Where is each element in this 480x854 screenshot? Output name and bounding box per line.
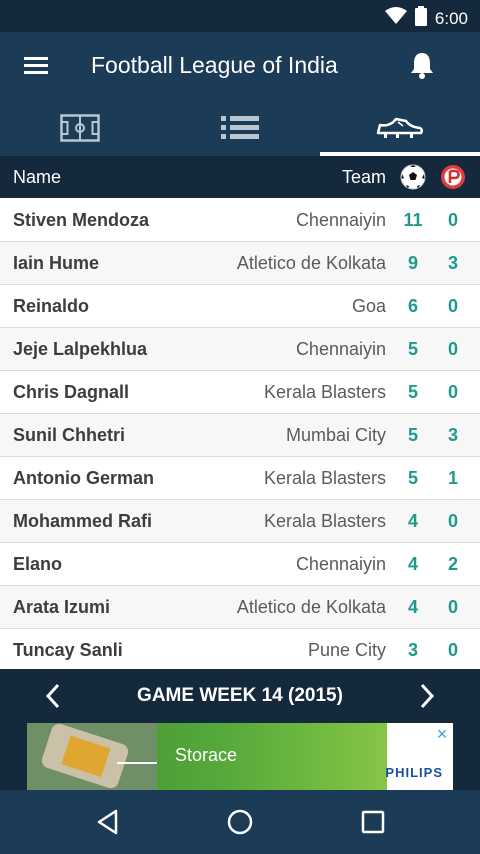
table-row[interactable]: Mohammed Rafi Kerala Blasters 4 0 (0, 500, 480, 543)
column-header-team: Team (341, 167, 386, 187)
status-bar: 6:00 (0, 0, 480, 32)
table-row[interactable]: Sunil Chhetri Mumbai City 5 3 (0, 414, 480, 457)
recents-icon (361, 810, 385, 834)
app-bar: Football League of India (0, 32, 480, 100)
menu-button[interactable] (22, 54, 52, 78)
home-icon (227, 809, 253, 835)
game-week-label: GAME WEEK 14 (2015) (137, 685, 343, 706)
game-week-bar: GAME WEEK 14 (2015) (0, 669, 480, 723)
player-team: Chennaiyin (295, 210, 386, 230)
standings-list-icon (221, 116, 259, 139)
player-team: Kerala Blasters (263, 468, 386, 488)
player-team: Kerala Blasters (263, 511, 386, 531)
player-penalties: 3 (447, 425, 458, 445)
ad-banner[interactable]: Storace PHILIPS (27, 723, 453, 790)
tab-bar (0, 100, 480, 156)
table-row[interactable]: Jeje Lalpekhlua Chennaiyin 5 0 (0, 328, 480, 371)
penalty-icon (441, 165, 465, 189)
player-goals: 5 (407, 382, 418, 402)
football-icon (400, 164, 426, 190)
player-team: Chennaiyin (295, 554, 386, 574)
status-time: 6:00 (434, 8, 468, 28)
ad-text: Storace (175, 745, 238, 765)
player-penalties: 1 (447, 468, 458, 488)
player-goals: 9 (407, 253, 418, 273)
player-penalties: 0 (447, 640, 458, 660)
player-penalties: 0 (447, 511, 458, 531)
back-button[interactable] (92, 806, 124, 838)
app-title: Football League of India (91, 52, 338, 78)
player-goals: 5 (407, 468, 418, 488)
home-button[interactable] (224, 806, 256, 838)
ad-brand-logo: PHILIPS (385, 765, 443, 780)
player-penalties: 0 (447, 210, 458, 230)
player-goals: 6 (407, 296, 418, 316)
player-name: Stiven Mendoza (13, 210, 150, 230)
table-row[interactable]: Chris Dagnall Kerala Blasters 5 0 (0, 371, 480, 414)
player-team: Mumbai City (285, 425, 386, 445)
scorers-list: Stiven Mendoza Chennaiyin 11 0 Iain Hume… (0, 199, 480, 672)
player-penalties: 2 (447, 554, 458, 574)
ad-product-image (27, 723, 157, 790)
table-header: Name Team (0, 156, 480, 198)
player-team: Kerala Blasters (263, 382, 386, 402)
column-header-name: Name (13, 167, 62, 187)
tab-fixtures[interactable] (0, 100, 160, 156)
player-goals: 4 (407, 597, 418, 617)
table-row[interactable]: Stiven Mendoza Chennaiyin 11 0 (0, 199, 480, 242)
status-icons: 6:00 (384, 6, 468, 31)
player-team: Atletico de Kolkata (236, 597, 386, 617)
pitch-icon (60, 114, 100, 142)
table-row[interactable]: Tuncay Sanli Pune City 3 0 (0, 629, 480, 672)
player-name: Arata Izumi (13, 597, 111, 617)
system-nav-bar (0, 790, 480, 854)
player-name: Reinaldo (13, 296, 90, 316)
player-penalties: 0 (447, 339, 458, 359)
player-team: Pune City (307, 640, 386, 660)
player-team: Atletico de Kolkata (236, 253, 386, 273)
player-penalties: 0 (447, 296, 458, 316)
player-name: Antonio German (13, 468, 155, 488)
player-name: Mohammed Rafi (13, 511, 153, 531)
wifi-icon (384, 7, 407, 30)
player-name: Elano (13, 554, 63, 574)
player-goals: 3 (407, 640, 418, 660)
player-goals: 4 (407, 511, 418, 531)
player-name: Tuncay Sanli (13, 640, 123, 660)
player-penalties: 0 (447, 382, 458, 402)
tab-top-scorers[interactable] (320, 100, 480, 156)
bell-icon (411, 53, 433, 79)
player-penalties: 0 (447, 597, 458, 617)
player-penalties: 3 (447, 253, 458, 273)
football-boot-icon (376, 117, 424, 138)
table-row[interactable]: Arata Izumi Atletico de Kolkata 4 0 (0, 586, 480, 629)
ad-area: Storace PHILIPS × (0, 723, 480, 790)
player-goals: 5 (407, 425, 418, 445)
ad-close-button[interactable]: × (433, 725, 451, 743)
tab-standings[interactable] (160, 100, 320, 156)
player-name: Sunil Chhetri (13, 425, 125, 445)
back-icon (97, 809, 118, 835)
player-team: Chennaiyin (295, 339, 386, 359)
table-row[interactable]: Elano Chennaiyin 4 2 (0, 543, 480, 586)
chevron-right-icon (420, 683, 435, 709)
player-name: Chris Dagnall (13, 382, 130, 402)
player-team: Goa (351, 296, 386, 316)
battery-icon (414, 6, 427, 31)
menu-icon (24, 57, 48, 74)
table-row[interactable]: Reinaldo Goa 6 0 (0, 285, 480, 328)
player-goals: 5 (407, 339, 418, 359)
recents-button[interactable] (357, 806, 389, 838)
table-row[interactable]: Iain Hume Atletico de Kolkata 9 3 (0, 242, 480, 285)
player-goals: 11 (403, 210, 423, 230)
player-name: Jeje Lalpekhlua (13, 339, 148, 359)
notifications-button[interactable] (408, 50, 436, 80)
player-name: Iain Hume (13, 253, 100, 273)
player-goals: 4 (407, 554, 418, 574)
table-row[interactable]: Antonio German Kerala Blasters 5 1 (0, 457, 480, 500)
next-week-button[interactable] (412, 682, 440, 710)
